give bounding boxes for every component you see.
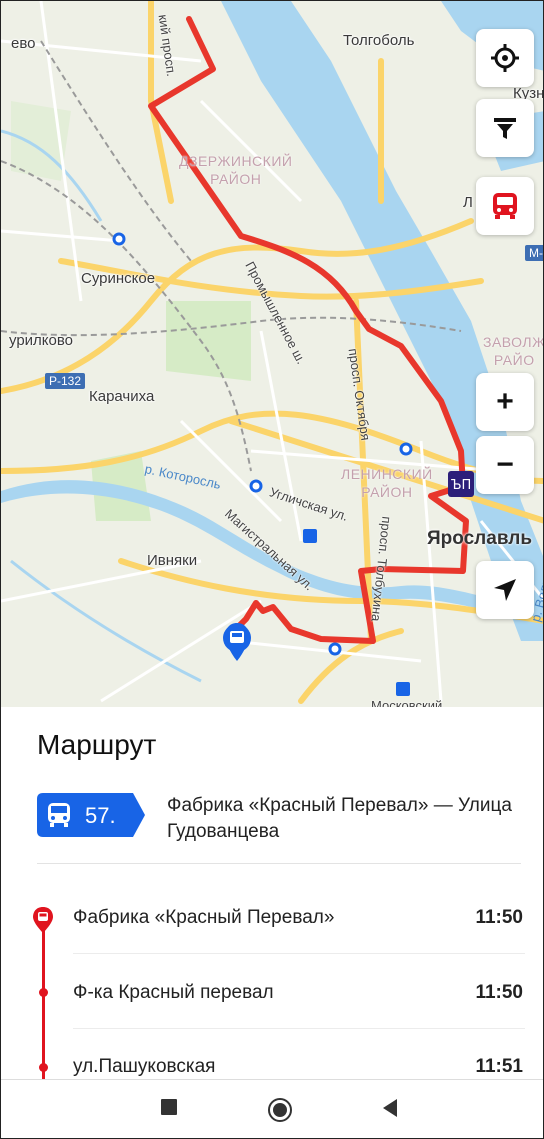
sheet-title: Маршрут <box>37 729 157 760</box>
route-description: Фабрика «Красный Перевал» — Улица Гудова… <box>167 795 512 842</box>
circle-icon[interactable] <box>267 1097 293 1123</box>
navigation-arrow-icon <box>494 579 516 601</box>
locate-button[interactable] <box>476 29 534 87</box>
stop-time: 11:50 <box>475 907 523 928</box>
square-icon[interactable] <box>160 1098 178 1116</box>
zoom-in-button[interactable]: + <box>476 373 534 431</box>
road-badge-r132: Р-132 <box>45 373 86 389</box>
district-dzerzhinsky: ДЗЕРЖИНСКИЙ РАЙОН <box>179 153 293 187</box>
label-l: Л <box>463 194 473 211</box>
system-nav-bar <box>1 1079 543 1138</box>
map-view[interactable]: ЪП Толгоболь Кузн ево Суринское урилково… <box>1 1 544 707</box>
route-end-marker: ЪП <box>448 471 474 497</box>
label-urilkovo: урилково <box>9 332 74 349</box>
district-leninsky: ЛЕНИНСКИЙ РАЙОН <box>341 466 433 500</box>
route-number: 57. <box>85 803 116 828</box>
label-surinskoe: Суринское <box>81 270 156 287</box>
stop-name: ул.Пашуковская <box>73 1056 216 1077</box>
label-karachikha: Карачиха <box>89 388 155 405</box>
filter-button[interactable] <box>476 99 534 157</box>
minus-icon: − <box>496 448 514 481</box>
svg-text:ЪП: ЪП <box>451 478 472 493</box>
stop-time: 11:50 <box>475 982 523 1003</box>
list-item[interactable]: Ф-ка Красный перевал 11:50 <box>1 982 543 1056</box>
stop-time: 11:51 <box>475 1056 523 1077</box>
stop-name: Ф-ка Красный перевал <box>73 982 274 1003</box>
navigate-button[interactable] <box>476 561 534 619</box>
district-zavolzhsky: ЗАВОЛЖ РАЙО <box>483 334 544 368</box>
label-tolgobol: Толгоболь <box>343 32 415 49</box>
divider <box>73 1028 525 1029</box>
app-screen: ЪП Толгоболь Кузн ево Суринское урилково… <box>0 0 544 1139</box>
divider <box>37 863 521 864</box>
street-moskovsky: Московский <box>371 698 443 707</box>
stop-name: Фабрика «Красный Перевал» <box>73 907 335 928</box>
route-sheet: Маршрут 57. Фабрика «Красный Перевал» — … <box>1 707 543 1079</box>
zoom-out-button[interactable]: − <box>476 436 534 494</box>
triangle-back-icon[interactable] <box>381 1098 401 1118</box>
label-m-road: М- <box>525 245 543 261</box>
filter-icon <box>494 118 516 139</box>
map-canvas[interactable]: ЪП <box>1 1 544 707</box>
label-evo: ево <box>11 35 36 52</box>
transport-layer-button[interactable] <box>476 177 534 235</box>
list-item[interactable]: Фабрика «Красный Перевал» 11:50 <box>1 907 543 981</box>
bus-icon <box>493 193 517 219</box>
label-ivnyaki: Ивняки <box>147 552 198 569</box>
list-item[interactable]: ул.Пашуковская 11:51 <box>1 1056 543 1079</box>
plus-icon: + <box>496 385 514 418</box>
divider <box>73 953 525 954</box>
label-yaroslavl: Ярославль <box>427 528 533 549</box>
crosshair-icon <box>491 44 519 72</box>
